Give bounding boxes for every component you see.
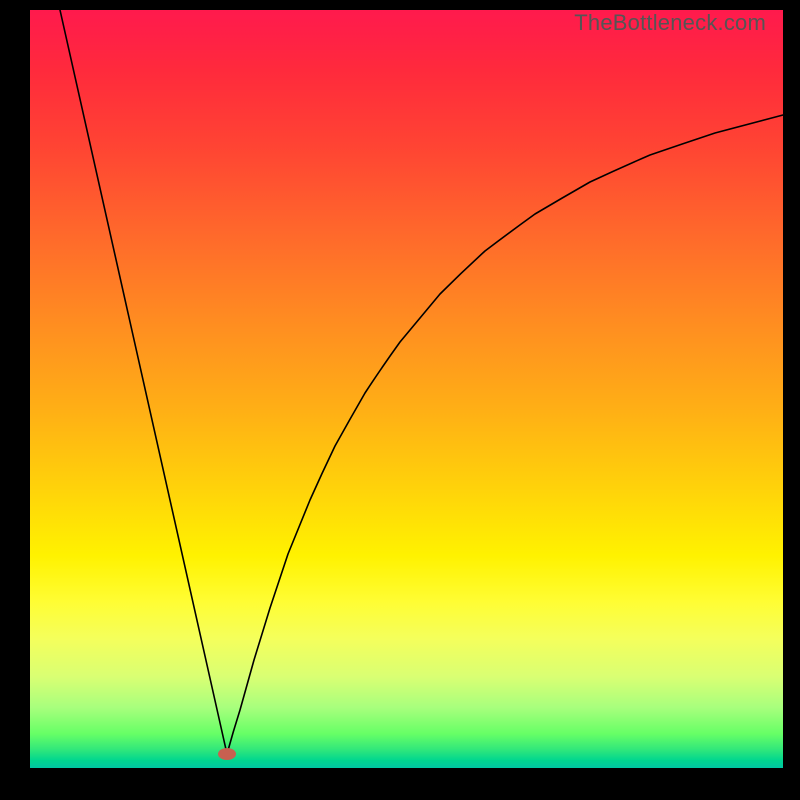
- curve-right-segment: [227, 115, 783, 754]
- curve-left-segment: [60, 10, 227, 754]
- min-marker: [218, 748, 236, 760]
- plot-area: TheBottleneck.com: [30, 10, 783, 768]
- chart-svg: [30, 10, 783, 768]
- chart-frame: TheBottleneck.com: [0, 0, 800, 800]
